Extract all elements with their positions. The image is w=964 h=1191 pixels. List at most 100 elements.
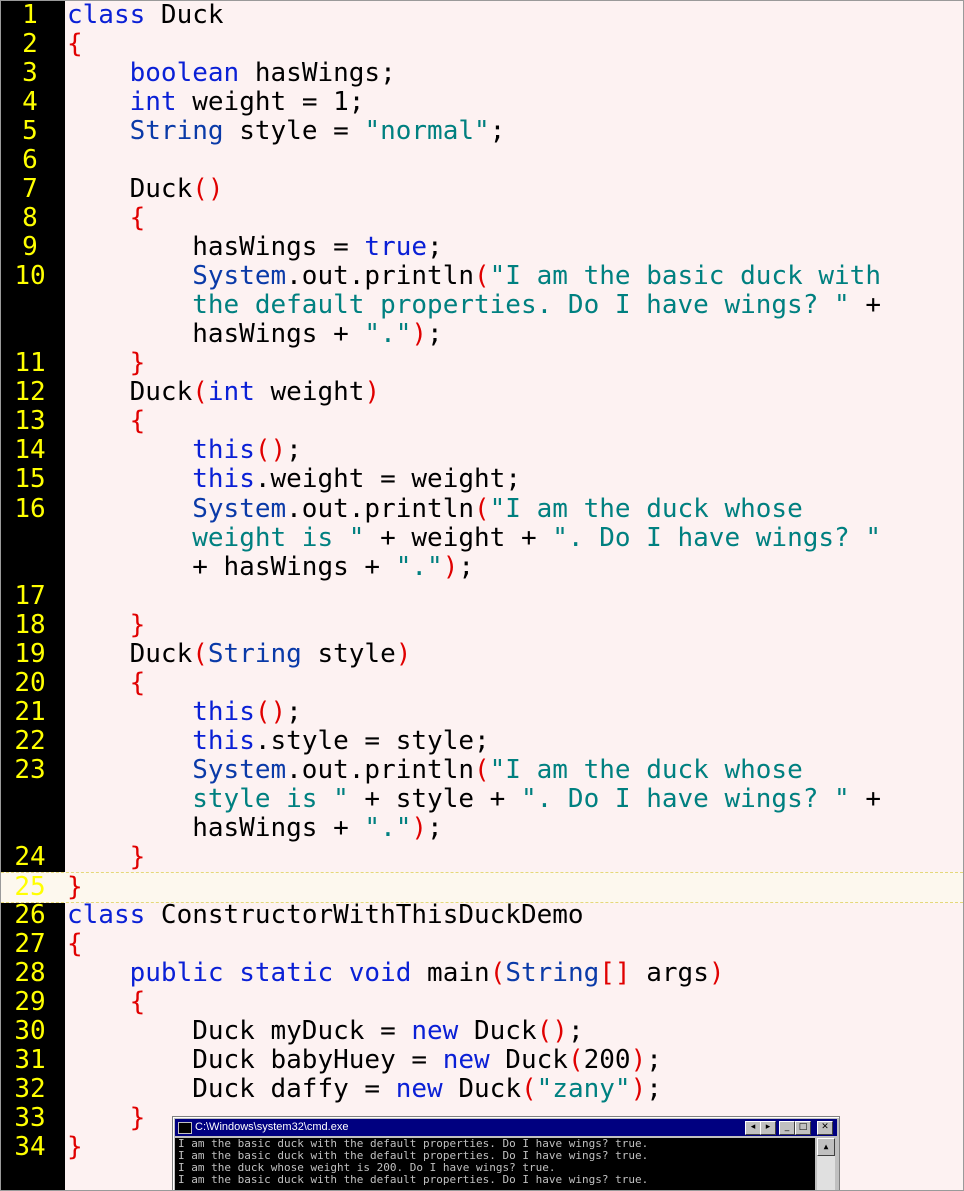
bracket-token: ) [630,1045,647,1076]
code-line[interactable]: 18 } [1,609,963,640]
code-token: Duck myDuck = [67,1016,412,1047]
code-text: + hasWings + "."); [67,552,474,582]
code-line[interactable]: 9 hasWings = true; [1,233,963,262]
code-text: { [67,929,83,959]
code-line[interactable]: 12 Duck(int weight) [1,378,963,407]
code-line[interactable]: 2{ [1,30,963,59]
line-number: 9 [22,232,38,263]
close-button[interactable]: ✕ [817,1121,833,1135]
code-line[interactable]: 21 this(); [1,696,963,727]
code-line[interactable]: weight is " + weight + ". Do I have wing… [1,522,963,553]
code-line[interactable]: 24 } [1,842,963,872]
minimize-button[interactable]: _ [779,1121,795,1135]
bracket-token: } [67,1132,83,1163]
bracket-token: } [129,348,146,379]
code-text: } [67,872,83,902]
code-line[interactable]: 31 Duck babyHuey = new Duck(200); [1,1046,963,1075]
code-line[interactable]: style is " + style + ". Do I have wings?… [1,784,963,814]
line-number: 21 [14,696,46,727]
code-line[interactable]: 30 Duck myDuck = new Duck(); [1,1017,963,1046]
code-line[interactable]: 7 Duck() [1,175,963,204]
line-number: 8 [22,203,38,234]
code-line[interactable]: 17 [1,581,963,611]
code-editor[interactable]: 1 class Duck 2{3 boolean hasWings; 4 int we… [1,1,963,1190]
code-line[interactable]: 8 { [1,204,963,233]
line-number: 20 [14,667,46,698]
code-token: ; [427,232,443,263]
code-line[interactable]: 25} [1,871,963,903]
cmd-output[interactable]: I am the basic duck with the default pro… [175,1138,815,1190]
scroll-left-button[interactable]: ◂ [745,1121,761,1135]
code-line[interactable]: 20 { [1,667,963,698]
code-line[interactable]: 29 { [1,988,963,1017]
scroll-up-icon[interactable]: ▲ [817,1138,835,1156]
line-number: 12 [14,377,46,408]
code-text: the default properties. Do I have wings?… [67,291,881,320]
bracket-token: ( [489,957,506,988]
code-text: style is " + style + ". Do I have wings?… [67,784,881,814]
line-number: 32 [14,1074,46,1105]
class-declaration: class ConstructorWithThisDuckDemo [67,899,584,930]
cmd-scrollbar[interactable]: ▲ [817,1138,835,1190]
keyword-token: String [129,116,224,147]
cmd-app-icon [178,1122,192,1134]
code-line[interactable]: hasWings + "."); [1,320,963,349]
code-line[interactable]: 13 { [1,407,963,436]
cmd-window[interactable]: C:\Windows\system32\cmd.exe ◂ ▸ _ □ ✕ I … [172,1116,840,1190]
code-text: this(); [67,436,302,465]
code-line[interactable]: 32 Duck daffy = new Duck("zany"); [1,1075,963,1104]
code-text: Duck babyHuey = new Duck(200); [67,1046,662,1075]
bracket-token: { [129,987,146,1018]
code-line[interactable]: 15 this.weight = weight; [1,465,963,494]
code-line[interactable]: 6 [1,146,963,175]
code-line[interactable]: 19 Duck(String style) [1,638,963,669]
code-text: Duck myDuck = new Duck(); [67,1016,584,1047]
keyword-token: String [207,638,302,669]
code-token: ; [567,1016,584,1047]
code-line[interactable]: 4 int weight = 1; [1,88,963,117]
code-text: } [67,842,146,872]
code-line[interactable]: 14 this(); [1,436,963,465]
keyword-token: this [192,464,255,495]
code-text: Duck daffy = new Duck("zany"); [67,1075,662,1104]
maximize-button[interactable]: □ [795,1121,811,1135]
cmd-title: C:\Windows\system32\cmd.exe [195,1121,349,1133]
line-number: 15 [14,464,46,495]
code-token: .out.println [286,754,474,785]
code-line[interactable]: 26 class ConstructorWithThisDuckDemo [1,899,963,930]
line-number: 11 [14,348,46,379]
line-number: 25 [14,871,46,902]
code-line[interactable]: the default properties. Do I have wings?… [1,291,963,320]
code-line[interactable]: 16 System.out.println("I am the duck who… [1,494,963,524]
code-line[interactable]: 3 boolean hasWings; [1,59,963,88]
cmd-title-bar[interactable]: C:\Windows\system32\cmd.exe ◂ ▸ _ □ ✕ [175,1119,837,1136]
code-line[interactable]: + hasWings + "."); [1,552,963,582]
code-line[interactable]: 10 System.out.println("I am the basic du… [1,262,963,291]
keyword-token: static [239,957,334,988]
code-line[interactable]: 23 System.out.println("I am the duck who… [1,754,963,785]
code-line[interactable]: 11 } [1,349,963,378]
code-token: + weight + [364,522,553,553]
bracket-token: () [254,696,287,727]
code-line[interactable]: 5 String style = "normal"; [1,117,963,146]
code-line[interactable]: 1 class Duck [1,1,963,30]
keyword-token: int [129,87,177,118]
code-text: this.weight = weight; [67,465,521,494]
code-text: hasWings + "."); [67,320,442,349]
code-line[interactable]: 22 this.style = style; [1,726,963,756]
keyword-token: class [67,899,146,930]
line-number: 31 [14,1045,46,1076]
code-line[interactable]: hasWings + "."); [1,813,963,843]
code-token: hasWings = [67,232,365,263]
line-number: 18 [14,609,46,640]
code-text: } [67,1103,146,1133]
code-line[interactable]: 27 { [1,929,963,959]
scroll-right-button[interactable]: ▸ [760,1121,776,1135]
code-text: this(); [67,696,302,727]
code-line[interactable]: 28 public static void main(String[] args… [1,957,963,988]
bracket-token: ( [567,1045,584,1076]
